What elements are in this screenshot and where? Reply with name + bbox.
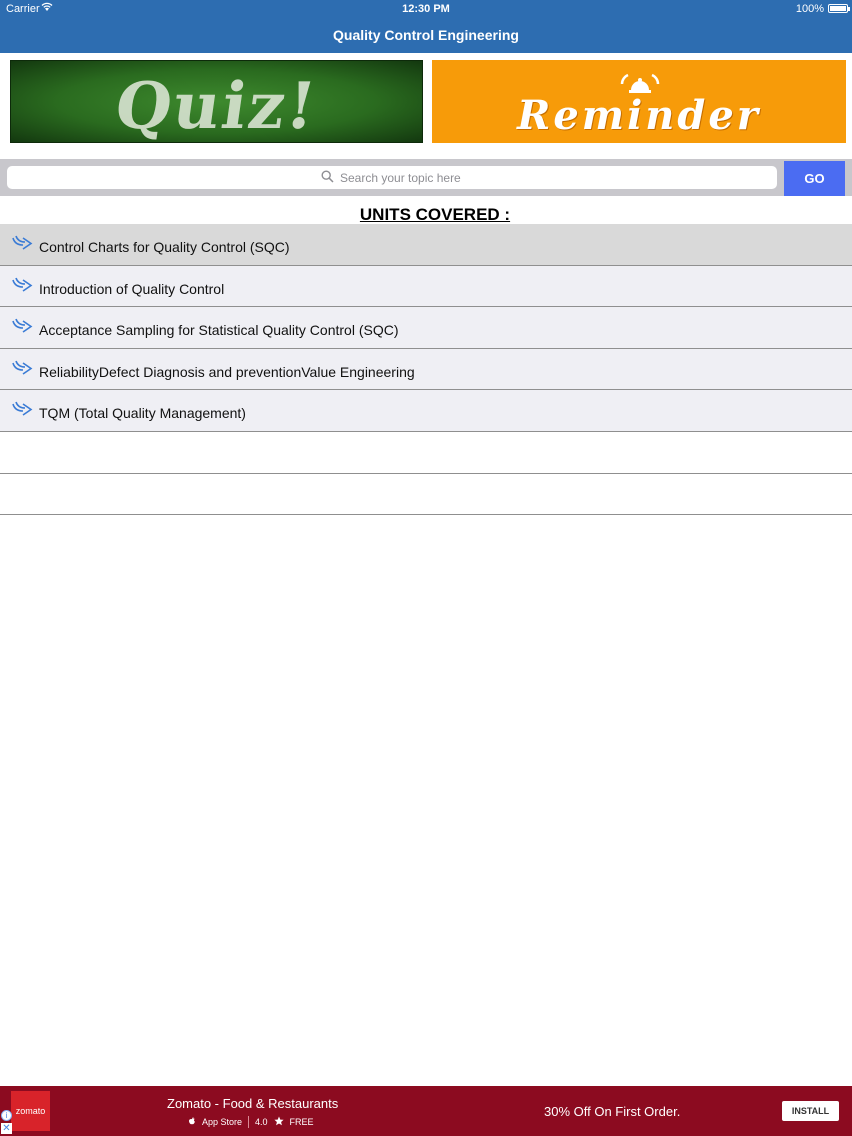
list-item-label: TQM (Total Quality Management) [39,405,246,422]
ad-store: App Store [202,1117,243,1127]
units-heading: UNITS COVERED : [359,205,511,224]
ad-title: Zomato - Food & Restaurants [167,1096,339,1111]
forward-arrow-icon [11,401,33,422]
list-item[interactable]: Acceptance Sampling for Statistical Qual… [0,307,852,349]
ad-info-icon[interactable]: i [1,1110,12,1121]
ad-banner[interactable]: zomato i ✕ Zomato - Food & Restaurants A… [0,1086,852,1136]
go-button[interactable]: GO [784,161,845,196]
empty-row [0,473,852,516]
top-bar: Carrier 12:30 PM 100% Quality Control En… [0,0,852,53]
forward-arrow-icon [11,318,33,339]
divider [248,1116,250,1128]
list-item[interactable]: TQM (Total Quality Management) [0,390,852,432]
star-icon [273,1116,284,1128]
forward-arrow-icon [11,235,33,256]
page-title: Quality Control Engineering [333,27,519,43]
list-item[interactable]: Introduction of Quality Control [0,265,852,308]
list-item-label: Control Charts for Quality Control (SQC) [39,239,290,255]
battery-percentage: 100% [795,3,824,15]
ad-price: FREE [289,1117,314,1127]
list-item[interactable]: Control Charts for Quality Control (SQC) [0,224,852,266]
list-item-label: Introduction of Quality Control [39,280,225,297]
reminder-banner-text: Reminder [517,92,761,139]
apple-icon [188,1116,196,1128]
quiz-banner[interactable]: Quiz! [10,60,423,143]
forward-arrow-icon [11,360,33,381]
list-item[interactable]: ReliabilityDefect Diagnosis and preventi… [0,348,852,391]
list-item-label: ReliabilityDefect Diagnosis and preventi… [39,363,415,380]
list-item-label: Acceptance Sampling for Statistical Qual… [39,322,399,339]
quiz-banner-text: Quiz! [110,69,323,143]
search-bar: Search your topic here [0,159,852,196]
search-icon [321,170,334,188]
ad-meta: App Store 4.0 FREE [188,1116,314,1128]
clock: 12:30 PM [402,3,450,15]
ad-offer: 30% Off On First Order. [544,1104,681,1119]
units-list: Control Charts for Quality Control (SQC)… [0,224,852,516]
ad-close-icon[interactable]: ✕ [1,1123,12,1134]
empty-row [0,431,852,474]
status-bar: Carrier 12:30 PM 100% [0,0,852,17]
search-placeholder: Search your topic here [340,171,461,185]
forward-arrow-icon [11,277,33,298]
battery-icon [828,4,850,13]
ad-logo: zomato [11,1091,50,1131]
reminder-banner[interactable]: Reminder [432,60,846,143]
install-button[interactable]: INSTALL [782,1101,839,1121]
ad-rating: 4.0 [255,1117,268,1127]
search-input[interactable]: Search your topic here [7,166,777,189]
